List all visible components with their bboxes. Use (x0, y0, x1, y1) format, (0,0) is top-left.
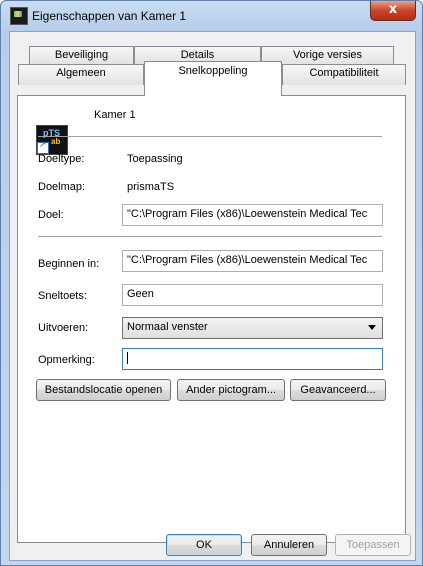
opmerking-label: Opmerking: (38, 354, 95, 366)
shortcut-app-icon: pTS ab (36, 125, 68, 155)
apply-button[interactable]: Toepassen (335, 534, 411, 556)
doelmap-value: prismaTS (127, 181, 175, 193)
tab-compatibiliteit[interactable]: Compatibiliteit (282, 64, 406, 85)
doel-label: Doel: (38, 209, 64, 221)
title-bar[interactable]: Eigenschappen van Kamer 1 x (1, 1, 422, 31)
doelmap-label: Doelmap: (38, 181, 86, 193)
sneltoets-field[interactable]: Geen (122, 284, 383, 306)
open-file-location-button[interactable]: Bestandslocatie openen (36, 379, 171, 401)
window-title: Eigenschappen van Kamer 1 (32, 9, 187, 23)
doeltype-value: Toepassing (127, 153, 183, 165)
beginnen-in-field[interactable]: "C:\Program Files (x86)\Loewenstein Medi… (122, 250, 383, 272)
text-caret (127, 352, 128, 365)
separator (38, 236, 382, 237)
advanced-button[interactable]: Geavanceerd... (290, 379, 386, 401)
close-icon: x (388, 2, 398, 17)
sneltoets-label: Sneltoets: (38, 290, 87, 302)
app-icon (10, 7, 28, 25)
properties-window: Eigenschappen van Kamer 1 x Beveiliging … (0, 0, 423, 566)
change-icon-button[interactable]: Ander pictogram... (177, 379, 285, 401)
uitvoeren-label: Uitvoeren: (38, 322, 89, 334)
tab-algemeen[interactable]: Algemeen (18, 64, 144, 85)
ok-button[interactable]: OK (166, 534, 242, 556)
separator (38, 136, 382, 137)
opmerking-field[interactable] (122, 348, 383, 370)
beginnen-in-label: Beginnen in: (38, 258, 100, 270)
shortcut-name: Kamer 1 (94, 109, 136, 121)
chevron-down-icon (368, 325, 376, 330)
tab-snelkoppeling[interactable]: Snelkoppeling (144, 61, 282, 96)
tab-beveiliging[interactable]: Beveiliging (29, 46, 134, 64)
uitvoeren-select[interactable]: Normaal venster (122, 317, 383, 339)
doeltype-label: Doeltype: (38, 153, 85, 165)
close-button[interactable]: x (370, 1, 416, 21)
cancel-button[interactable]: Annuleren (251, 534, 327, 556)
uitvoeren-selected-value: Normaal venster (127, 321, 208, 333)
doel-field[interactable]: "C:\Program Files (x86)\Loewenstein Medi… (122, 204, 383, 226)
icon-text-bottom: ab (51, 137, 61, 146)
